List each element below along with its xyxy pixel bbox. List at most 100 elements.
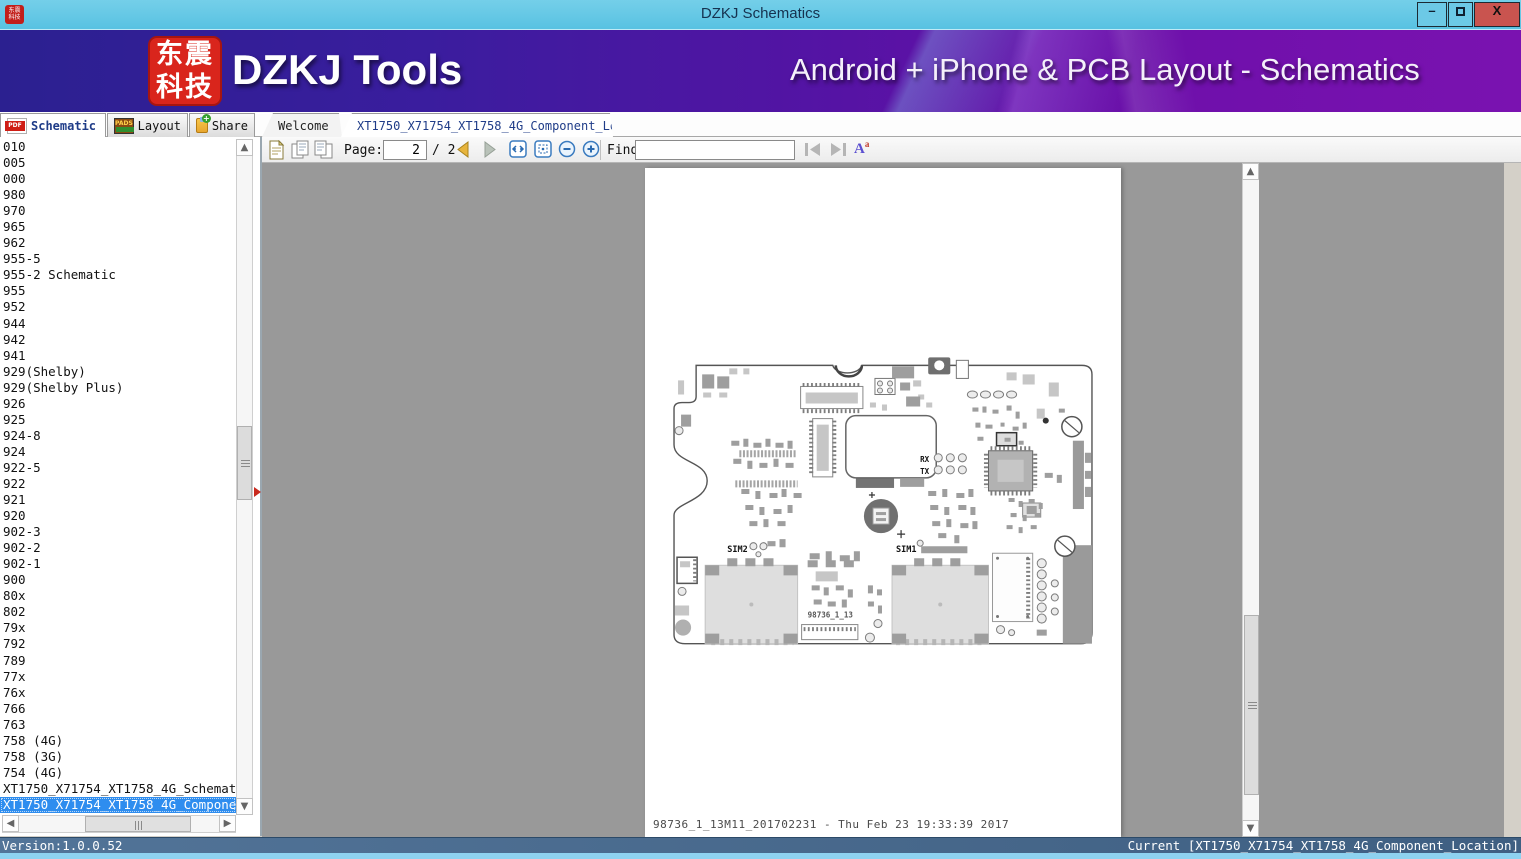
list-item[interactable]: 926 — [0, 396, 236, 412]
list-item[interactable]: 902-3 — [0, 524, 236, 540]
next-page-icon[interactable] — [481, 140, 499, 159]
minimize-button[interactable]: – — [1417, 2, 1447, 27]
close-button[interactable]: X — [1474, 2, 1520, 27]
list-item[interactable]: 900 — [0, 572, 236, 588]
list-item[interactable]: 980 — [0, 187, 236, 203]
list-item[interactable]: 942 — [0, 332, 236, 348]
list-item[interactable]: 970 — [0, 203, 236, 219]
scroll-down-icon[interactable]: ▼ — [1242, 820, 1259, 837]
fit-page-icon[interactable] — [534, 140, 552, 158]
list-item[interactable]: 952 — [0, 299, 236, 315]
title-bar: 东震 科技 DZKJ Schematics – X — [0, 0, 1521, 30]
list-item[interactable]: 941 — [0, 348, 236, 364]
scroll-left-icon[interactable]: ◀ — [2, 815, 19, 832]
list-item[interactable]: 76x — [0, 685, 236, 701]
list-item[interactable]: 921 — [0, 492, 236, 508]
rx-label: RX — [920, 455, 930, 464]
list-item[interactable]: 955-2 Schematic — [0, 267, 236, 283]
maximize-icon — [1456, 7, 1465, 17]
list-item[interactable]: 758 (4G) — [0, 733, 236, 749]
banner: 东震 科技 DZKJ Tools Android + iPhone & PCB … — [0, 30, 1521, 112]
maximize-button[interactable] — [1448, 2, 1473, 27]
list-item[interactable]: 929(Shelby Plus) — [0, 380, 236, 396]
pcb-image: SIM2 SIM1 RX TX 98736_1_13 — [673, 357, 1093, 646]
find-input[interactable] — [635, 140, 795, 160]
list-item[interactable]: 763 — [0, 717, 236, 733]
list-item[interactable]: 010 — [0, 139, 236, 155]
sim2-label: SIM2 — [727, 545, 748, 555]
tab-schematic[interactable]: PDF Schematic — [0, 113, 106, 138]
tab-close-icon[interactable]: x — [668, 120, 676, 132]
scroll-down-icon[interactable]: ▼ — [236, 798, 253, 815]
list-item[interactable]: 000 — [0, 171, 236, 187]
page-number-input[interactable] — [383, 140, 427, 160]
scrollbar-thumb[interactable] — [1244, 615, 1259, 795]
logo-line2: 科技 — [156, 72, 214, 103]
tab-welcome[interactable]: Welcome — [262, 113, 342, 137]
list-item[interactable]: 758 (3G) — [0, 749, 236, 765]
tab-share-label: Share — [211, 118, 248, 133]
list-item[interactable]: 77x — [0, 669, 236, 685]
list-item[interactable]: 929(Shelby) — [0, 364, 236, 380]
document-viewport[interactable]: SIM2 SIM1 RX TX 98736_1_13 98736_1_13M11… — [262, 163, 1504, 837]
document-vertical-scrollbar[interactable]: ▲ ▼ — [1242, 163, 1259, 837]
prev-page-icon[interactable] — [454, 140, 472, 159]
list-item[interactable]: 80x — [0, 588, 236, 604]
list-item[interactable]: 802 — [0, 604, 236, 620]
find-next-icon[interactable] — [827, 140, 849, 158]
toolbar-separator — [600, 140, 601, 160]
match-case-icon[interactable]: Aa — [854, 139, 869, 158]
scrollbar-thumb[interactable] — [85, 816, 191, 832]
list-item[interactable]: 902-1 — [0, 556, 236, 572]
list-item[interactable]: 922-5 — [0, 460, 236, 476]
list-item[interactable]: 792 — [0, 636, 236, 652]
app-name: DZKJ Tools — [232, 46, 463, 93]
status-bar: Version:1.0.0.52 Current [XT1750_X71754_… — [0, 837, 1521, 853]
list-item[interactable]: 920 — [0, 508, 236, 524]
list-item[interactable]: 766 — [0, 701, 236, 717]
tab-share[interactable]: + Share — [189, 113, 255, 137]
sidebar-horizontal-scrollbar[interactable]: ◀ ▶ — [2, 815, 236, 833]
pdf-toolbar: Page: / 2 Find: Aa — [262, 137, 1521, 163]
list-item[interactable]: 924 — [0, 444, 236, 460]
list-item[interactable]: 79x — [0, 620, 236, 636]
list-item[interactable]: 962 — [0, 235, 236, 251]
list-item[interactable]: 924-8 — [0, 428, 236, 444]
page-label: Page: — [344, 143, 384, 158]
list-item[interactable]: 925 — [0, 412, 236, 428]
fit-width-icon[interactable] — [509, 140, 527, 158]
logo-line1: 东震 — [156, 39, 214, 70]
list-item[interactable]: 965 — [0, 219, 236, 235]
list-item[interactable]: 955-5 — [0, 251, 236, 267]
list-item[interactable]: 955 — [0, 283, 236, 299]
scroll-up-icon[interactable]: ▲ — [236, 139, 253, 156]
tab-layout[interactable]: PADS Layout — [107, 113, 188, 137]
tab-document[interactable]: XT1750_X71754_XT1758_4G_Component_Locati… — [341, 113, 613, 137]
sidebar-vertical-scrollbar[interactable]: ▲ ▼ — [236, 139, 253, 815]
list-item[interactable]: 005 — [0, 155, 236, 171]
scroll-right-icon[interactable]: ▶ — [219, 815, 236, 832]
scroll-up-icon[interactable]: ▲ — [1242, 163, 1259, 180]
share-folder-icon: + — [196, 114, 211, 133]
list-item[interactable]: 754 (4G) — [0, 765, 236, 781]
board-id-label: 98736_1_13 — [808, 611, 854, 620]
page-single-icon[interactable] — [268, 140, 285, 160]
scrollbar-thumb[interactable] — [237, 426, 252, 500]
tab-document-label: XT1750_X71754_XT1758_4G_Component_Locati… — [357, 118, 661, 133]
list-item[interactable]: XT1750_X71754_XT1758_4G_Schematics — [0, 781, 236, 797]
zoom-in-icon[interactable] — [582, 140, 600, 158]
model-sidebar: 010 005 000 980 970 965 962 955-5 955-2 Schemati… — [0, 137, 262, 836]
current-document-text: Current [XT1750_X71754_XT1758_4G_Compone… — [1127, 838, 1519, 853]
list-item[interactable]: 944 — [0, 316, 236, 332]
page-copy-flip-icon[interactable] — [314, 140, 333, 160]
version-text: Version:1.0.0.52 — [2, 838, 123, 853]
zoom-out-icon[interactable] — [558, 140, 576, 158]
list-item[interactable]: 789 — [0, 653, 236, 669]
tab-layout-label: Layout — [137, 118, 181, 133]
list-item[interactable]: 902-2 — [0, 540, 236, 556]
find-previous-icon[interactable] — [802, 140, 824, 158]
list-item[interactable]: XT1750_X71754_XT1758_4G_Component_Locati… — [0, 796, 236, 813]
list-item[interactable]: 922 — [0, 476, 236, 492]
page-copy-icon[interactable] — [291, 140, 310, 160]
window-title: DZKJ Schematics — [700, 5, 821, 22]
